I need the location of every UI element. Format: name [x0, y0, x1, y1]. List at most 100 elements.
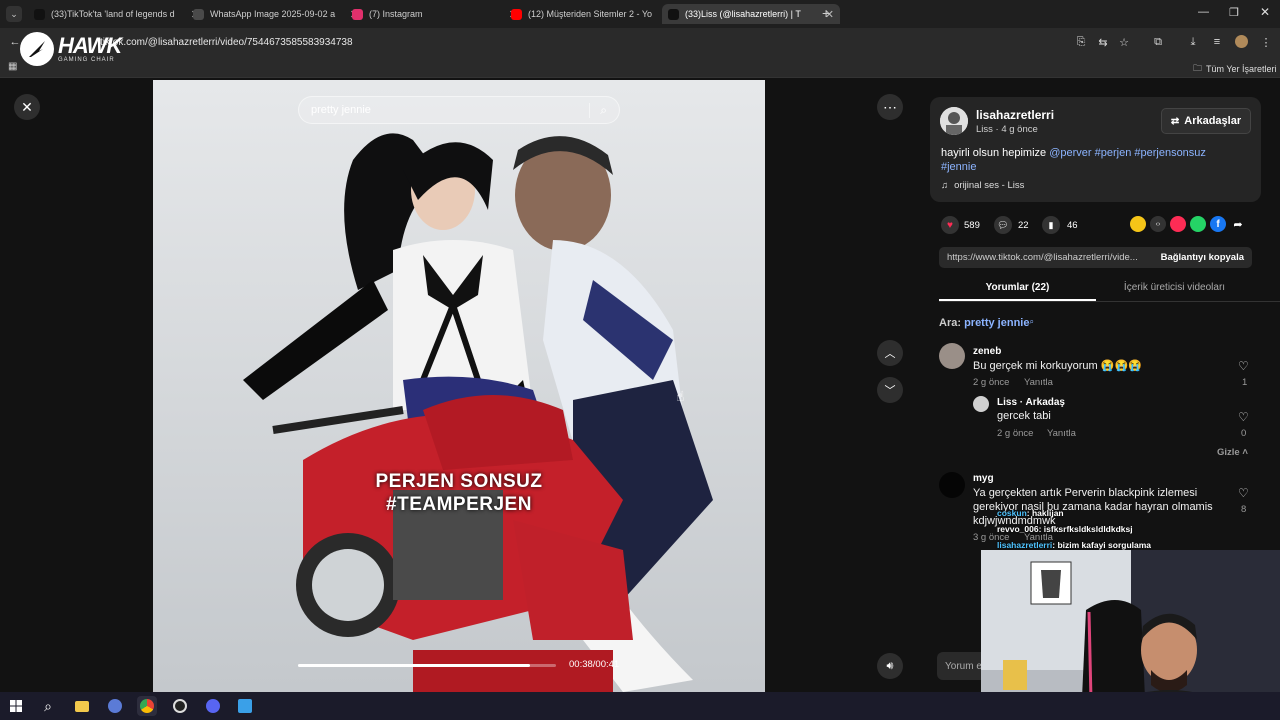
previous-video-button[interactable]: ︿ [877, 340, 903, 366]
embed-icon[interactable]: ‹› [1150, 216, 1166, 232]
chat-text: : isfksrfksldksldldkdksj [1038, 524, 1133, 534]
like-button[interactable]: ♥ [941, 216, 959, 234]
link-box[interactable]: https://www.tiktok.com/@lisahazretlerri/… [939, 247, 1252, 268]
comment-avatar[interactable] [939, 472, 965, 498]
browser-tab[interactable]: (33)Liss (@lisahazretlerri) | T ✕ [662, 4, 840, 24]
description-text: hayirli olsun hepimize [941, 147, 1050, 159]
hawk-logo-subtext: GAMING CHAIR [58, 57, 115, 63]
mouse-cursor: ☝︎ [676, 388, 685, 404]
close-video-button[interactable]: ✕ [14, 94, 40, 120]
tab-creator-videos[interactable]: İçerik üreticisi videoları [1096, 282, 1253, 293]
chat-line: coskun: haklijan [997, 505, 1151, 521]
comment-avatar[interactable] [939, 343, 965, 369]
search-icon[interactable]: ⌕ [38, 696, 58, 716]
new-tab-button[interactable]: + [822, 5, 830, 21]
video-progress-track[interactable] [298, 664, 556, 667]
download-icon[interactable]: ⤓ [1186, 35, 1200, 49]
chrome-icon[interactable] [137, 696, 157, 716]
tab-search-button[interactable]: ⌄ [6, 6, 22, 22]
heart-outline-icon[interactable]: ♡ [1238, 359, 1249, 373]
chat-line: revvo_006: isfksrfksldksldldkdksj [997, 521, 1151, 537]
browser-tab[interactable]: (33)TikTok'ta 'land of legends d✕ [28, 4, 206, 24]
video-time: 00:38/00:41 [569, 659, 620, 670]
comment-author[interactable]: zeneb [973, 346, 1001, 357]
copy-link-button[interactable]: Bağlantıyı kopyala [1161, 252, 1244, 263]
file-explorer-icon[interactable] [72, 696, 92, 716]
tab-divider [939, 301, 1280, 302]
heart-outline-icon[interactable]: ♡ [1238, 486, 1249, 500]
reply-reply-button[interactable]: Yanıtla [1047, 428, 1076, 439]
taskbar [0, 692, 1280, 720]
hide-label: Gizle [1217, 447, 1240, 458]
chat-user: revvo_006 [997, 524, 1039, 534]
restore-button[interactable]: ❐ [1229, 6, 1239, 19]
close-window-button[interactable]: ✕ [1260, 5, 1270, 19]
url-text: tiktok.com/@lisahazretlerri/video/754467… [100, 36, 353, 48]
description-tag-jennie[interactable]: #jennie [941, 161, 976, 173]
chevron-up-icon: ︿ [884, 348, 896, 360]
photo-app-icon[interactable] [235, 696, 255, 716]
author-meta: Liss · 4 g önce [976, 124, 1038, 135]
bookmark-star-icon[interactable]: ☆ [1117, 35, 1131, 49]
address-bar[interactable]: tiktok.com/@lisahazretlerri/video/754467… [100, 32, 980, 52]
app-icon[interactable] [105, 696, 125, 716]
browser-tab[interactable]: WhatsApp Image 2025-09-02 a✕ [187, 4, 365, 24]
author-avatar[interactable] [940, 107, 968, 135]
save-button[interactable]: ▮ [1042, 216, 1060, 234]
sound-row[interactable]: ♫ orijinal ses - Liss [941, 180, 1024, 191]
whatsapp-icon[interactable] [1190, 216, 1206, 232]
menu-icon[interactable]: ⋮ [1259, 35, 1273, 49]
minimize-button[interactable]: — [1198, 6, 1209, 18]
comment-time: 2 g önce [973, 377, 1010, 388]
reply-author[interactable]: Liss · Arkadaş [997, 397, 1065, 408]
video-caption: PERJEN SONSUZ #TEAMPERJEN [153, 470, 765, 516]
reply-avatar[interactable] [973, 396, 989, 412]
comment-search[interactable]: Ara: pretty jennie⌕ [939, 317, 1034, 329]
search-icon[interactable]: ⌕ [589, 102, 607, 118]
discord-icon[interactable] [203, 696, 223, 716]
tab-title: (12) Müşteriden Sitemler 2 - Yo [528, 9, 653, 19]
extensions-icon[interactable]: ⧉ [1151, 35, 1165, 49]
next-video-button[interactable]: ﹀ [877, 377, 903, 403]
caption-line-2: #TEAMPERJEN [386, 494, 532, 515]
more-options-button[interactable]: ⋯ [877, 94, 903, 120]
translate-icon[interactable]: ⇆ [1096, 35, 1110, 49]
live-chat-overlay: coskun: haklijan revvo_006: isfksrfksldk… [997, 505, 1151, 553]
video-player[interactable]: pretty jennie ⌕ PERJEN SONSUZ #TEAMPERJE… [153, 80, 765, 692]
friends-button[interactable]: ⇄ Arkadaşlar [1161, 108, 1251, 134]
author-username[interactable]: lisahazretlerri [976, 108, 1054, 122]
obs-icon[interactable] [170, 696, 190, 716]
all-bookmarks[interactable]: 🗀 Tüm Yer İşaretleri [1193, 61, 1277, 77]
folder-icon: 🗀 [1193, 63, 1203, 73]
tab-comments[interactable]: Yorumlar (22) [939, 282, 1096, 293]
browser-tab[interactable]: (7) Instagram✕ [346, 4, 524, 24]
windows-icon[interactable] [6, 696, 26, 716]
profile-avatar[interactable] [1235, 35, 1248, 48]
install-icon[interactable]: ⎘ [1074, 35, 1088, 49]
video-progress-fill [298, 664, 531, 667]
description-tags[interactable]: @perver #perjen #perjensonsuz [1049, 147, 1206, 159]
chat-text: : bizim kafayi sorgulama [1052, 540, 1152, 550]
heart-outline-icon[interactable]: ♡ [1238, 410, 1249, 424]
search-term: pretty jennie [964, 317, 1030, 329]
music-note-icon: ♫ [941, 180, 949, 191]
facebook-icon[interactable]: f [1210, 216, 1226, 232]
comment-author[interactable]: myg [973, 473, 994, 484]
hide-replies-button[interactable]: Gizle ˄ [1217, 447, 1248, 458]
comment-icon: 💬︎ [997, 219, 1009, 230]
share-arrow-icon[interactable]: ➦ [1230, 216, 1246, 232]
send-icon[interactable] [1170, 216, 1186, 232]
tab-favicon-icon [352, 8, 363, 20]
hawk-logo: HAWK GAMING CHAIR [20, 32, 122, 66]
tab-favicon-icon [34, 8, 45, 20]
video-search-box[interactable]: pretty jennie ⌕ [298, 96, 620, 124]
media-icon[interactable]: ≡ [1210, 35, 1224, 49]
browser-tab[interactable]: (12) Müşteriden Sitemler 2 - Yo✕ [505, 4, 683, 24]
coin-icon[interactable] [1130, 216, 1146, 232]
volume-button[interactable]: 🔊︎ [877, 653, 903, 679]
chat-text: : haklijan [1026, 508, 1064, 518]
apps-icon[interactable]: ▦ [8, 61, 17, 72]
reply-button[interactable]: Yanıtla [1024, 377, 1053, 388]
bookmark-icon: ▮ [1048, 219, 1054, 230]
comment-button[interactable]: 💬︎ [994, 216, 1012, 234]
